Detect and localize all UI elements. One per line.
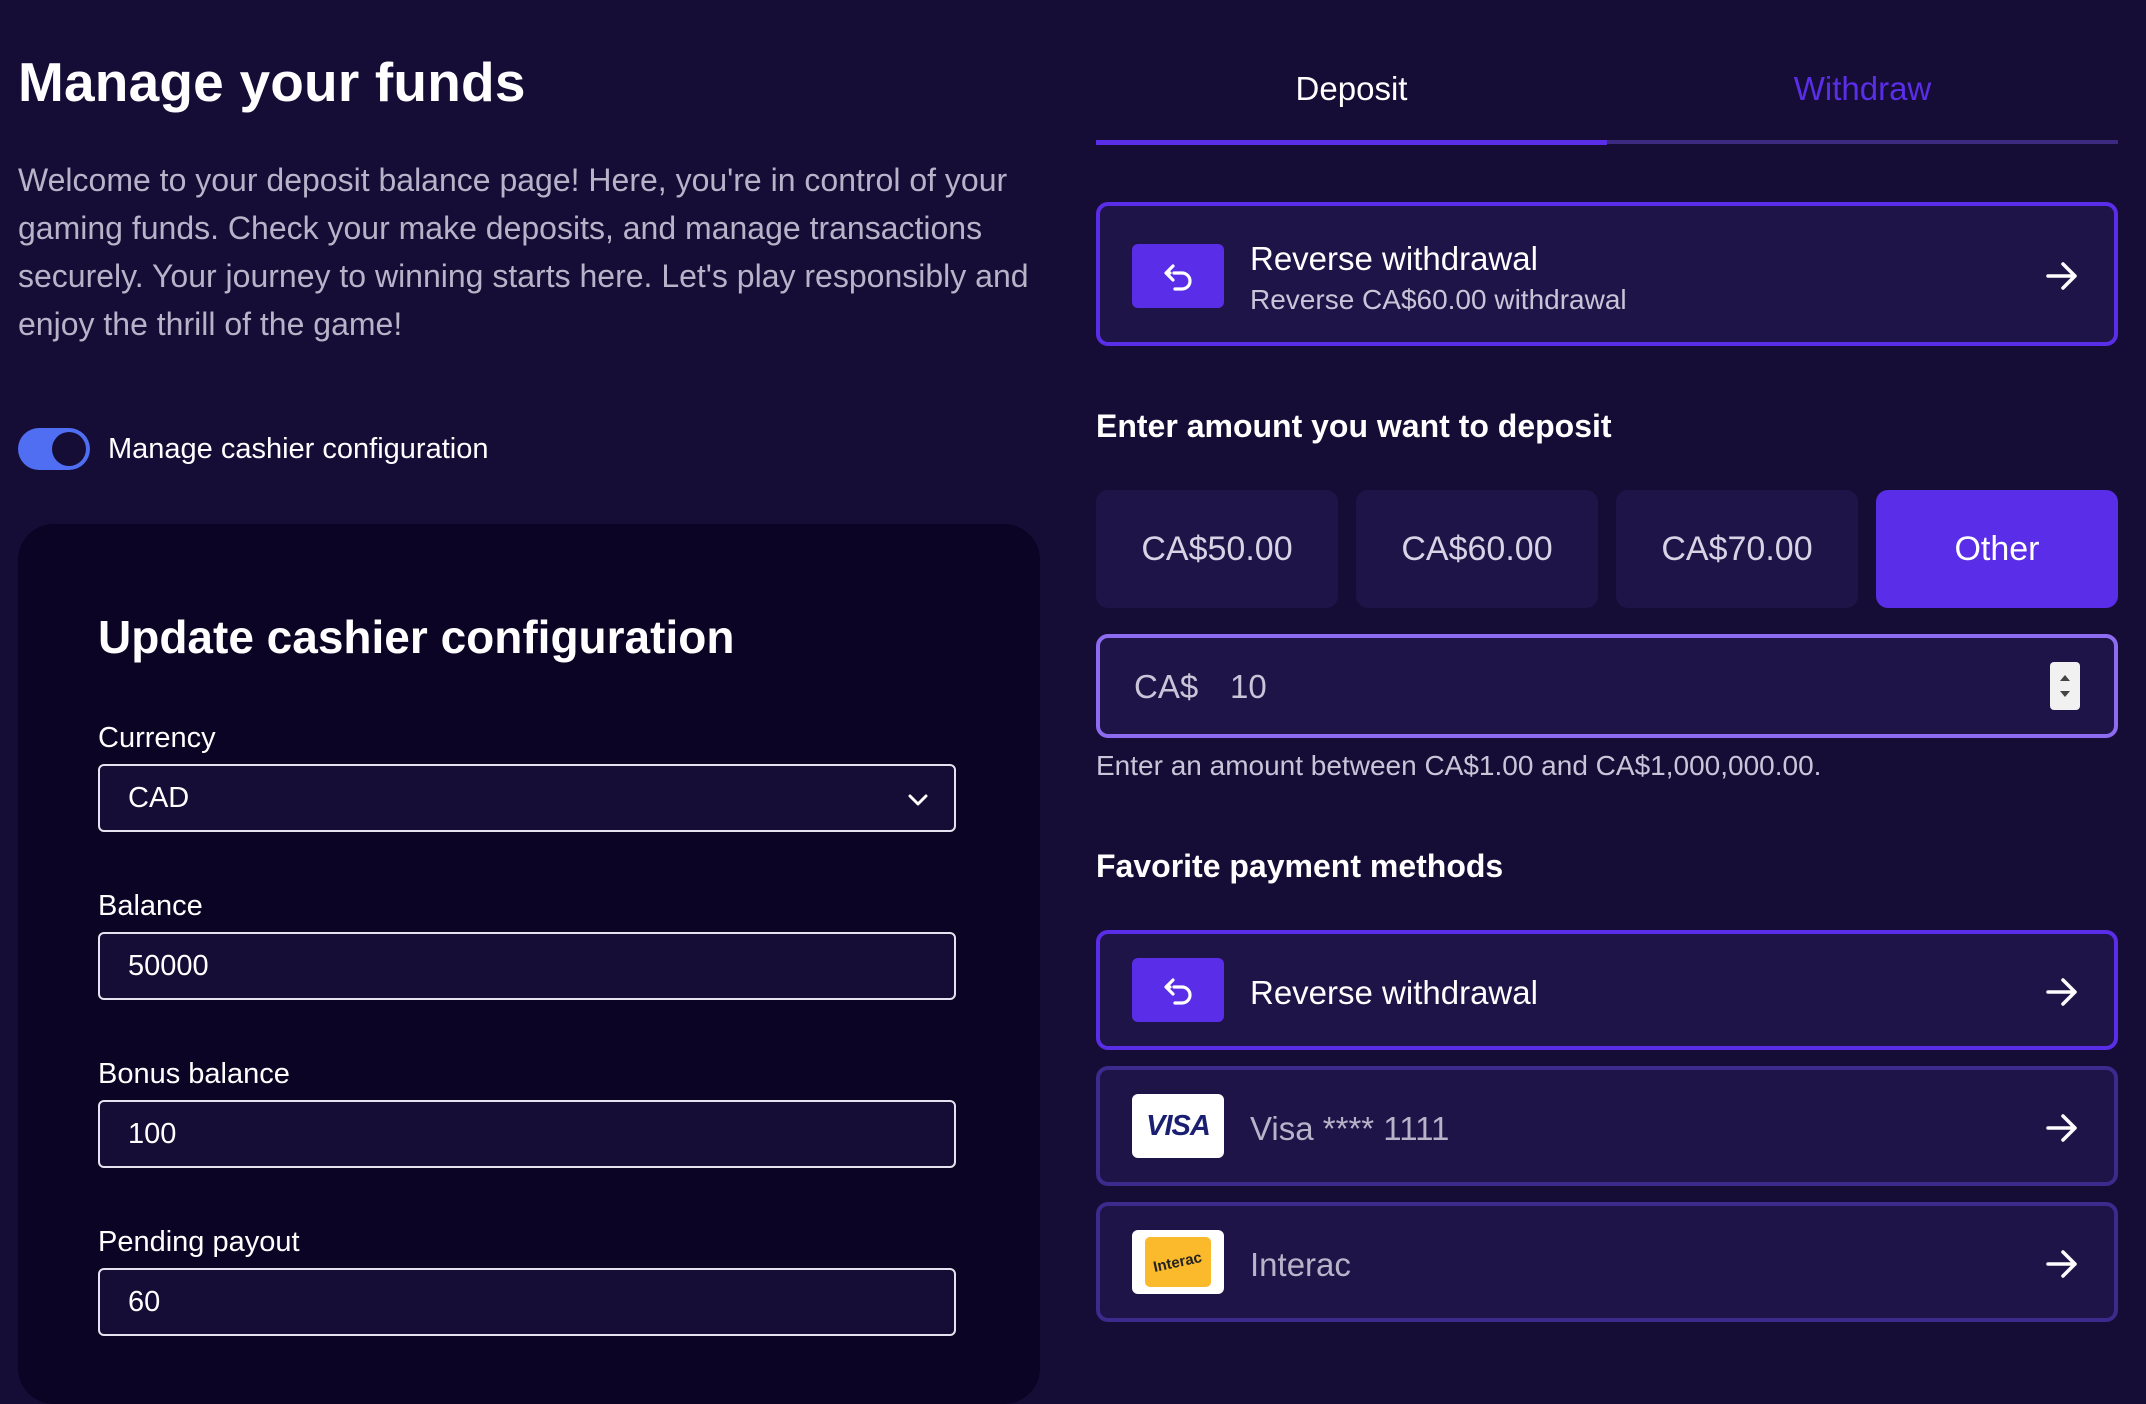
amount-option-70[interactable]: CA$70.00 <box>1616 490 1858 608</box>
deposit-amount-input[interactable]: CA$ 10 <box>1096 634 2118 738</box>
tab-bar: Deposit Withdraw <box>1096 0 2118 146</box>
balance-input[interactable]: 50000 <box>98 932 956 1000</box>
pending-payout-value: 60 <box>128 1285 161 1318</box>
interac-logo-badge: Interac <box>1145 1237 1211 1287</box>
interac-logo-text: Interac <box>1152 1248 1204 1276</box>
pending-payout-input[interactable]: 60 <box>98 1268 956 1336</box>
bonus-balance-input[interactable]: 100 <box>98 1100 956 1168</box>
favorite-reverse-label: Reverse withdrawal <box>1250 974 1538 1011</box>
deposit-amount-value: 10 <box>1230 668 1267 705</box>
currency-prefix: CA$ <box>1134 668 1199 705</box>
arrow-right-icon <box>2046 262 2077 290</box>
interac-label: Interac <box>1250 1246 1351 1283</box>
amount-option-50[interactable]: CA$50.00 <box>1096 490 1338 608</box>
tab-deposit[interactable]: Deposit <box>1096 70 1607 108</box>
config-title: Update cashier configuration <box>98 611 735 663</box>
tab-withdraw[interactable]: Withdraw <box>1607 70 2118 108</box>
visa-logo: VISA <box>1132 1094 1224 1158</box>
reverse-icon <box>1132 958 1224 1022</box>
favorite-interac[interactable]: Interac Interac <box>1096 1202 2118 1322</box>
pending-payout-label: Pending payout <box>98 1226 300 1258</box>
favorite-methods-heading: Favorite payment methods <box>1096 848 1504 884</box>
chevron-down-icon <box>908 794 928 806</box>
amount-helper-text: Enter an amount between CA$1.00 and CA$1… <box>1096 750 1822 781</box>
reverse-icon <box>1132 244 1224 308</box>
visa-label: Visa **** 1111 <box>1250 1110 1450 1147</box>
number-stepper[interactable] <box>2050 662 2080 710</box>
intro-text: Welcome to your deposit balance page! He… <box>18 162 1029 342</box>
currency-label: Currency <box>98 722 216 754</box>
arrow-right-icon <box>2046 1114 2077 1142</box>
cashier-config-toggle-row[interactable]: Manage cashier configuration <box>18 426 488 472</box>
amount-option-other[interactable]: Other <box>1876 490 2118 608</box>
amount-option-60[interactable]: CA$60.00 <box>1356 490 1598 608</box>
page-title: Manage your funds <box>18 51 526 113</box>
bonus-balance-value: 100 <box>128 1117 177 1150</box>
balance-label: Balance <box>98 890 203 922</box>
left-column: Manage your funds Welcome to your deposi… <box>0 0 1060 1404</box>
visa-logo-text: VISA <box>1146 1109 1211 1142</box>
arrow-right-icon <box>2046 1250 2077 1278</box>
bonus-balance-label: Bonus balance <box>98 1058 290 1090</box>
tab-active-indicator <box>1096 140 1607 145</box>
currency-value: CAD <box>128 781 190 814</box>
reverse-banner-title: Reverse withdrawal <box>1250 240 1538 277</box>
reverse-banner-subtitle: Reverse CA$60.00 withdrawal <box>1250 284 1627 315</box>
cashier-config-toggle[interactable] <box>18 428 90 470</box>
balance-value: 50000 <box>128 949 209 982</box>
arrow-right-icon <box>2046 978 2077 1006</box>
currency-select[interactable]: CAD <box>98 764 956 832</box>
toggle-knob <box>52 432 86 466</box>
reverse-withdrawal-banner[interactable]: Reverse withdrawal Reverse CA$60.00 with… <box>1096 202 2118 346</box>
favorite-visa[interactable]: VISA Visa **** 1111 <box>1096 1066 2118 1186</box>
cashier-config-card: Update cashier configuration Currency CA… <box>18 524 1040 1404</box>
favorite-reverse-withdrawal[interactable]: Reverse withdrawal <box>1096 930 2118 1050</box>
interac-logo: Interac <box>1132 1230 1224 1294</box>
right-column: Deposit Withdraw Reverse withdrawal Reve… <box>1096 0 2118 1364</box>
toggle-label: Manage cashier configuration <box>108 432 489 465</box>
deposit-amount-heading: Enter amount you want to deposit <box>1096 408 1612 444</box>
